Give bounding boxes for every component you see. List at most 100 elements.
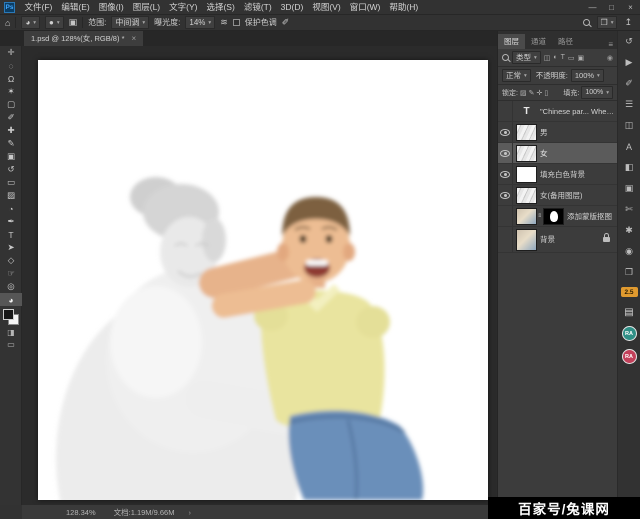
home-icon[interactable]: ⌂ bbox=[5, 18, 10, 28]
eyedropper-tool[interactable]: ✐ bbox=[0, 111, 22, 124]
brushes-panel-icon[interactable]: ☰ bbox=[618, 94, 640, 115]
menu-filter[interactable]: 滤镜(T) bbox=[239, 1, 276, 13]
brush-panel-toggle-icon[interactable]: ▣ bbox=[69, 17, 78, 28]
lock-pixels-icon[interactable]: ✎ bbox=[529, 89, 535, 97]
minimize-button[interactable]: — bbox=[583, 3, 602, 12]
lock-position-icon[interactable]: ✛ bbox=[536, 89, 542, 97]
visibility-toggle[interactable] bbox=[498, 143, 513, 163]
visibility-toggle[interactable] bbox=[498, 122, 513, 142]
paragraph-panel-icon[interactable]: ◧ bbox=[618, 157, 640, 178]
lasso-tool[interactable]: Ω bbox=[0, 72, 22, 85]
airbrush-icon[interactable]: ≋ bbox=[220, 17, 228, 28]
layer-row-girl-backup[interactable]: 女(备用图层) bbox=[498, 185, 617, 206]
opacity-select[interactable]: 100% ▾ bbox=[570, 69, 604, 82]
character-panel-icon[interactable]: A bbox=[618, 136, 640, 157]
type-tool[interactable]: T bbox=[0, 228, 22, 241]
layer-mask-thumbnail[interactable] bbox=[543, 207, 564, 225]
share-icon[interactable]: ↥ bbox=[624, 17, 632, 28]
quick-mask-button[interactable]: ◨ bbox=[0, 326, 22, 338]
info-panel-icon[interactable]: ❐ bbox=[618, 262, 640, 283]
status-chevron-icon[interactable]: › bbox=[188, 508, 191, 517]
blend-mode-select[interactable]: 正常 ▾ bbox=[502, 69, 531, 82]
tab-layers[interactable]: 图层 bbox=[498, 34, 525, 49]
layer-row-girl-selected[interactable]: 女 bbox=[498, 143, 617, 164]
filter-shape-icon[interactable]: ▭ bbox=[568, 54, 575, 62]
maximize-button[interactable]: □ bbox=[602, 3, 621, 12]
color-swatches[interactable] bbox=[0, 308, 22, 326]
menu-type[interactable]: 文字(Y) bbox=[165, 1, 202, 13]
crop-tool[interactable]: ▢ bbox=[0, 98, 22, 111]
pen-pressure-icon[interactable]: ✐ bbox=[282, 17, 290, 28]
clone-source-panel-icon[interactable]: ◫ bbox=[618, 115, 640, 136]
panel-menu-icon[interactable]: ≡ bbox=[608, 40, 613, 49]
lock-transparency-icon[interactable]: ▨ bbox=[520, 89, 527, 97]
filter-type-icon[interactable]: T bbox=[561, 54, 565, 61]
tab-paths[interactable]: 路径 bbox=[552, 34, 579, 49]
tab-channels[interactable]: 通道 bbox=[525, 34, 552, 49]
menu-view[interactable]: 视图(V) bbox=[308, 1, 345, 13]
blur-tool[interactable]: ◔ bbox=[0, 202, 22, 215]
document-tab[interactable]: 1.psd @ 128%(女, RGB/8) * × bbox=[24, 31, 144, 46]
path-select-tool[interactable]: ➤ bbox=[0, 241, 22, 254]
layer-row-boy[interactable]: 男 bbox=[498, 122, 617, 143]
fill-select[interactable]: 100% ▾ bbox=[581, 86, 613, 99]
menu-file[interactable]: 文件(F) bbox=[20, 1, 57, 13]
filter-toggle-icon[interactable]: ◉ bbox=[607, 54, 613, 62]
healing-brush-tool[interactable]: ✚ bbox=[0, 124, 22, 137]
filter-image-icon[interactable]: ◫ bbox=[544, 54, 551, 62]
visibility-toggle[interactable] bbox=[498, 206, 513, 226]
gradient-tool[interactable]: ▨ bbox=[0, 189, 22, 202]
move-tool[interactable]: ✛ bbox=[0, 46, 22, 59]
brush-tool[interactable]: ✎ bbox=[0, 137, 22, 150]
dodge-tool-selected[interactable]: ◕ bbox=[0, 293, 22, 306]
foreground-color-swatch[interactable] bbox=[3, 309, 14, 320]
menu-edit[interactable]: 编辑(E) bbox=[57, 1, 94, 13]
layer-row-text[interactable]: T "Chinese par... When the f bbox=[498, 101, 617, 122]
tab-close-icon[interactable]: × bbox=[131, 34, 136, 43]
history-panel-icon[interactable]: ↺ bbox=[618, 31, 640, 52]
filter-smartobject-icon[interactable]: ▣ bbox=[578, 54, 585, 62]
range-select[interactable]: 中间调 ▾ bbox=[111, 16, 150, 29]
styles-panel-icon[interactable]: ◉ bbox=[618, 241, 640, 262]
pen-tool[interactable]: ✒ bbox=[0, 215, 22, 228]
filter-adjustment-icon[interactable]: ◐ bbox=[553, 54, 557, 61]
lock-all-icon[interactable]: ▯ bbox=[544, 89, 548, 97]
search-icon[interactable] bbox=[582, 19, 590, 26]
menu-help[interactable]: 帮助(H) bbox=[385, 1, 423, 13]
shape-tool[interactable]: ◇ bbox=[0, 254, 22, 267]
zoom-level-field[interactable]: 128.34% bbox=[66, 508, 96, 517]
zoom-tool[interactable]: ◎ bbox=[0, 280, 22, 293]
eraser-tool[interactable]: ▭ bbox=[0, 176, 22, 189]
marquee-tool[interactable]: ◌ bbox=[0, 59, 22, 72]
pasteboard[interactable] bbox=[22, 46, 497, 505]
mask-link-icon[interactable]: ∞ bbox=[536, 213, 542, 219]
brush-settings-panel-icon[interactable]: ✐ bbox=[618, 73, 640, 94]
menu-layer[interactable]: 图层(L) bbox=[128, 1, 164, 13]
menu-image[interactable]: 图像(I) bbox=[94, 1, 128, 13]
canvas[interactable] bbox=[38, 60, 488, 500]
tool-preset-picker[interactable]: ◕ ▾ bbox=[21, 16, 41, 29]
hand-tool[interactable]: ☞ bbox=[0, 267, 22, 280]
libraries-panel-icon[interactable]: ▣ bbox=[618, 178, 640, 199]
workspace-switcher[interactable]: ❐ ▾ bbox=[596, 16, 618, 29]
menu-select[interactable]: 选择(S) bbox=[202, 1, 239, 13]
layer-row-white-fill[interactable]: 填充白色背景 bbox=[498, 164, 617, 185]
visibility-toggle[interactable] bbox=[498, 164, 513, 184]
visibility-toggle[interactable] bbox=[498, 101, 513, 121]
visibility-toggle[interactable] bbox=[498, 227, 513, 252]
exposure-select[interactable]: 14% ▾ bbox=[185, 16, 216, 29]
menu-3d[interactable]: 3D(D) bbox=[276, 2, 308, 12]
screen-mode-button[interactable]: ▭ bbox=[0, 338, 22, 350]
actions-panel-icon[interactable]: ▶ bbox=[618, 52, 640, 73]
brush-preset-picker[interactable]: ● ▾ bbox=[45, 16, 64, 29]
close-button[interactable]: × bbox=[621, 3, 640, 12]
protect-tones-checkbox[interactable] bbox=[232, 19, 240, 26]
layer-row-background[interactable]: 背景 bbox=[498, 227, 617, 253]
layer-row-mask-cutout[interactable]: ∞ 添加蒙版抠图 bbox=[498, 206, 617, 227]
tools-settings-panel-icon[interactable]: ✄ bbox=[618, 199, 640, 220]
history-brush-tool[interactable]: ↺ bbox=[0, 163, 22, 176]
visibility-toggle[interactable] bbox=[498, 185, 513, 205]
menu-window[interactable]: 窗口(W) bbox=[345, 1, 385, 13]
filter-kind-select[interactable]: 类型 ▾ bbox=[512, 51, 541, 64]
magic-wand-tool[interactable]: ✶ bbox=[0, 85, 22, 98]
